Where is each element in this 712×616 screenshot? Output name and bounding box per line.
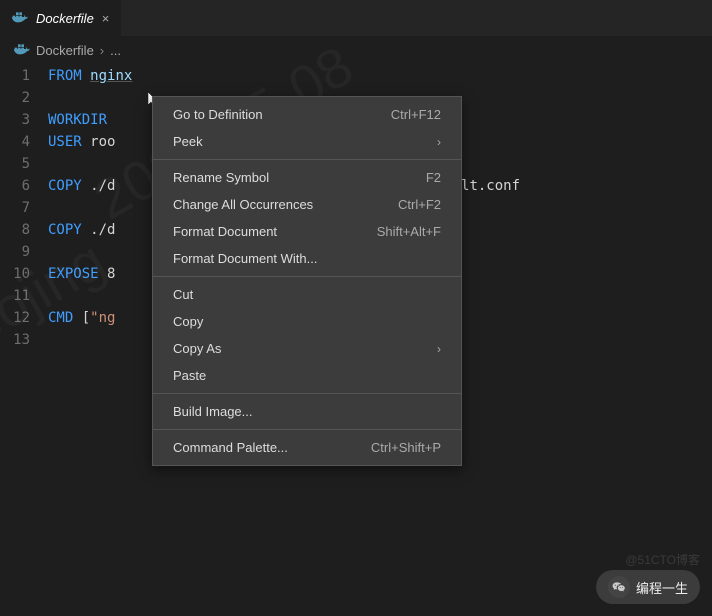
menu-shortcut: F2 — [426, 170, 441, 185]
menu-shortcut: Shift+Alt+F — [377, 224, 441, 239]
line-number: 8 — [0, 219, 30, 241]
menu-item[interactable]: Format Document Shift+Alt+F — [153, 218, 461, 245]
tab-bar: Dockerfile × — [0, 0, 712, 36]
menu-item[interactable]: Peek › — [153, 128, 461, 155]
chevron-right-icon: › — [100, 43, 104, 58]
menu-item-label: Format Document — [173, 224, 277, 239]
line-number: 5 — [0, 153, 30, 175]
line-number: 11 — [0, 285, 30, 307]
line-number: 7 — [0, 197, 30, 219]
line-number: 3 — [0, 109, 30, 131]
menu-shortcut: Ctrl+F12 — [391, 107, 441, 122]
docker-icon — [14, 42, 30, 59]
docker-icon — [12, 10, 28, 27]
context-menu: Go to Definition Ctrl+F12 Peek › Rename Symb… — [152, 96, 462, 466]
line-gutter: 12345678910111213 — [0, 65, 48, 351]
menu-item[interactable]: Go to Definition Ctrl+F12 — [153, 101, 461, 128]
menu-item[interactable]: Copy As › — [153, 335, 461, 362]
menu-item-label: Paste — [173, 368, 206, 383]
attribution-text: @51CTO博客 — [625, 551, 700, 568]
menu-item-label: Copy As — [173, 341, 221, 356]
tab-dockerfile[interactable]: Dockerfile × — [0, 0, 121, 36]
menu-item[interactable]: Copy — [153, 308, 461, 335]
menu-item[interactable]: Build Image... — [153, 398, 461, 425]
channel-badge[interactable]: 编程一生 — [596, 570, 700, 604]
menu-separator — [153, 276, 461, 277]
menu-item-label: Build Image... — [173, 404, 253, 419]
menu-item-label: Format Document With... — [173, 251, 317, 266]
menu-item-label: Copy — [173, 314, 203, 329]
menu-item-label: Peek — [173, 134, 203, 149]
wechat-icon — [608, 576, 630, 598]
menu-item[interactable]: Change All Occurrences Ctrl+F2 — [153, 191, 461, 218]
chevron-right-icon: › — [437, 135, 441, 149]
line-number: 1 — [0, 65, 30, 87]
badge-text: 编程一生 — [636, 578, 688, 597]
breadcrumb-file: Dockerfile — [36, 43, 94, 58]
menu-item[interactable]: Rename Symbol F2 — [153, 164, 461, 191]
code-line[interactable]: FROM nginx — [48, 65, 712, 87]
menu-shortcut: Ctrl+Shift+P — [371, 440, 441, 455]
close-icon[interactable]: × — [102, 11, 110, 26]
chevron-right-icon: › — [437, 342, 441, 356]
line-number: 12 — [0, 307, 30, 329]
line-number: 6 — [0, 175, 30, 197]
breadcrumb-more: ... — [110, 43, 121, 58]
menu-separator — [153, 393, 461, 394]
line-number: 9 — [0, 241, 30, 263]
menu-shortcut: Ctrl+F2 — [398, 197, 441, 212]
menu-item-label: Cut — [173, 287, 193, 302]
menu-separator — [153, 429, 461, 430]
line-number: 4 — [0, 131, 30, 153]
menu-item[interactable]: Cut — [153, 281, 461, 308]
line-number: 2 — [0, 87, 30, 109]
line-number: 13 — [0, 329, 30, 351]
menu-item-label: Rename Symbol — [173, 170, 269, 185]
menu-item[interactable]: Format Document With... — [153, 245, 461, 272]
menu-separator — [153, 159, 461, 160]
menu-item[interactable]: Paste — [153, 362, 461, 389]
menu-item-label: Command Palette... — [173, 440, 288, 455]
breadcrumb[interactable]: Dockerfile › ... — [0, 36, 712, 65]
menu-item-label: Change All Occurrences — [173, 197, 313, 212]
line-number: 10 — [0, 263, 30, 285]
menu-item-label: Go to Definition — [173, 107, 263, 122]
tab-filename: Dockerfile — [36, 11, 94, 26]
menu-item[interactable]: Command Palette... Ctrl+Shift+P — [153, 434, 461, 461]
